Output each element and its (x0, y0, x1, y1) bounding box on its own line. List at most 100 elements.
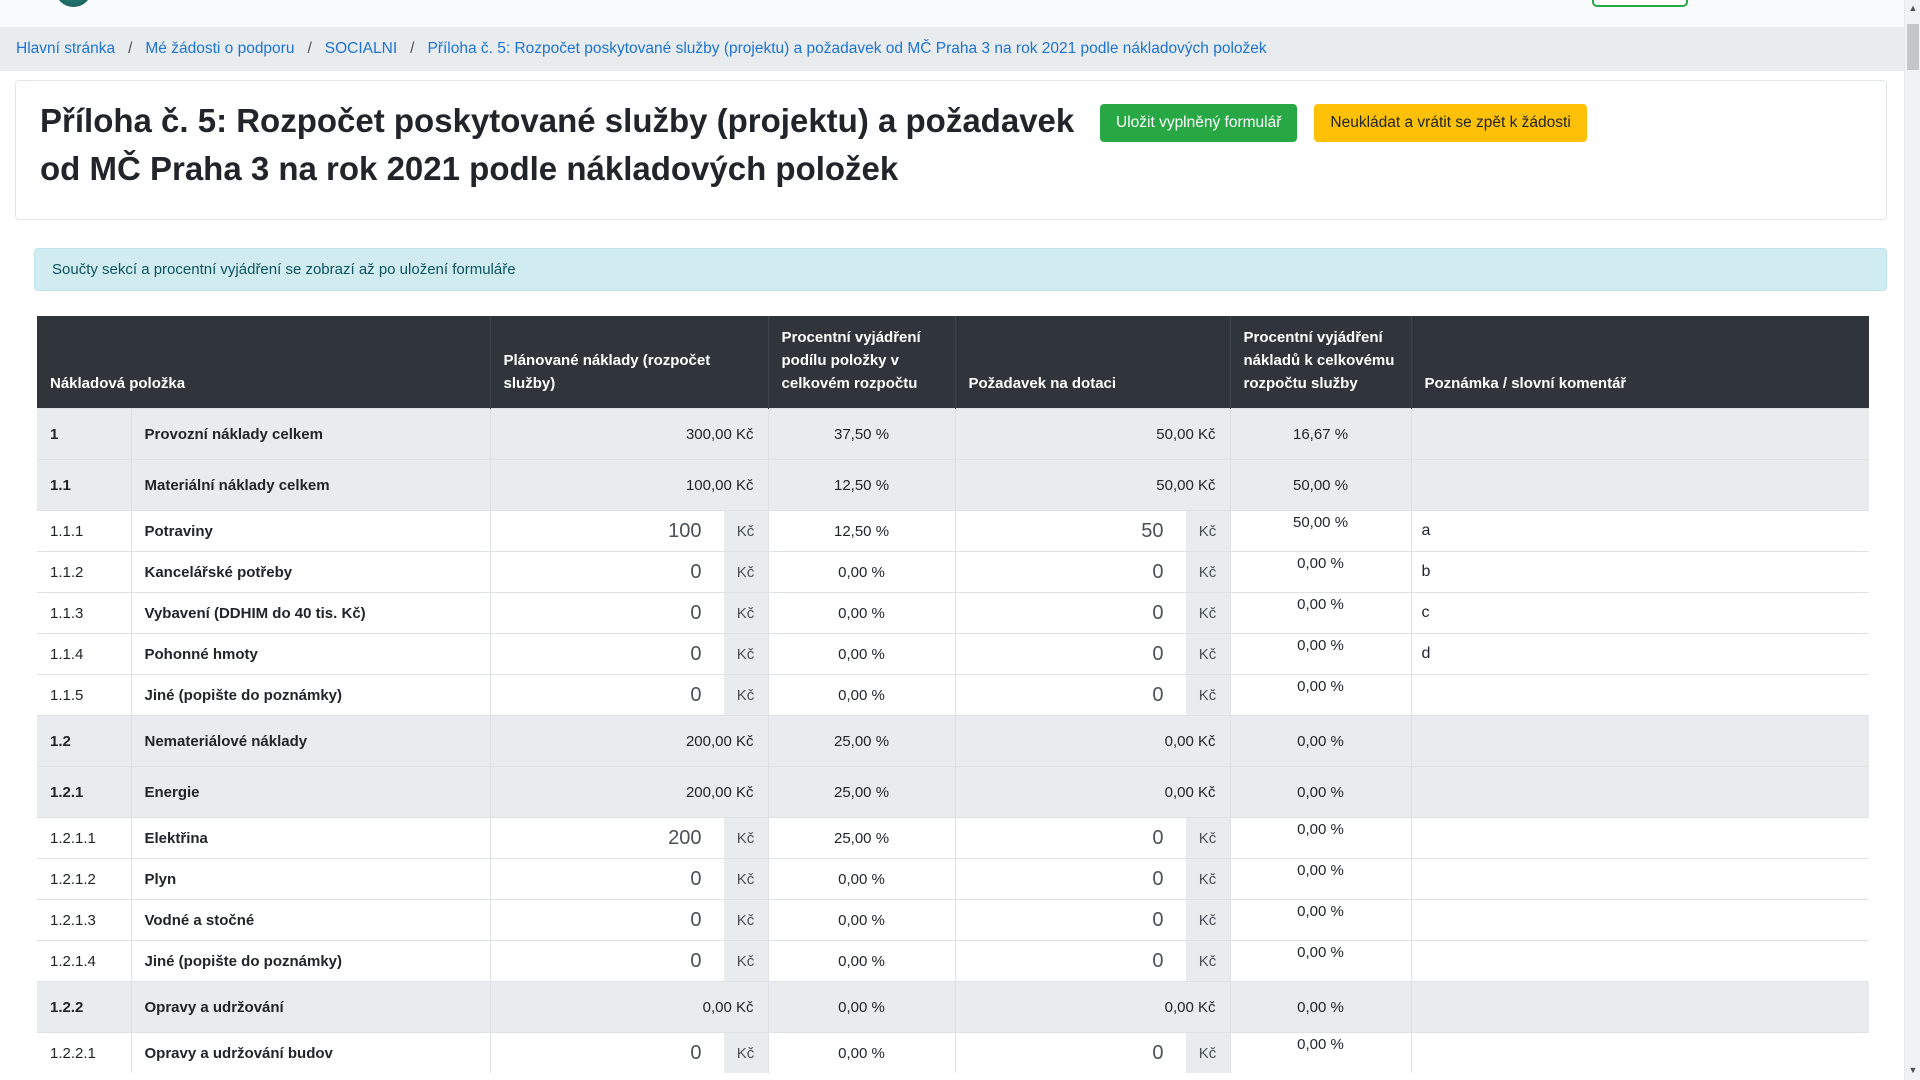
table-row: 1.2.2Opravy a udržování 0,00 Kč0,00 % 0,00… (37, 982, 1869, 1033)
request-input[interactable] (956, 552, 1186, 592)
app-logo-icon[interactable] (55, 0, 92, 7)
row-label: Opravy a udržování (131, 982, 490, 1033)
note-input[interactable] (1412, 860, 1870, 898)
planned-costs-input[interactable] (491, 900, 724, 940)
table-row: 1.2.1.2PlynKč0,00 %Kč0,00 % (37, 859, 1869, 900)
table-row: 1.1.3Vybavení (DDHIM do 40 tis. Kč)Kč0,0… (37, 593, 1869, 634)
request-input[interactable] (956, 818, 1186, 858)
vertical-scrollbar[interactable]: ▲ ▼ (1904, 0, 1920, 1080)
pct-share-value: 0,00 % (768, 675, 955, 716)
planned-costs-input[interactable] (491, 634, 724, 674)
table-row: 1Provozní náklady celkem300,00 Kč37,50 %… (37, 409, 1869, 460)
scrollbar-down-arrow[interactable]: ▼ (1905, 1062, 1920, 1078)
table-row: 1.2Nemateriálové náklady200,00 Kč25,00 %… (37, 716, 1869, 767)
request-input[interactable] (956, 593, 1186, 633)
currency-suffix: Kč (724, 1033, 768, 1073)
table-row: 1.1.2Kancelářské potřebyKč0,00 %Kč0,00 % (37, 552, 1869, 593)
pct-total-value: 50,00 % (1230, 460, 1411, 511)
currency-suffix: Kč (1186, 675, 1230, 715)
row-id: 1.2.1.2 (37, 859, 131, 900)
currency-suffix: Kč (724, 511, 768, 551)
note-input[interactable] (1412, 553, 1870, 591)
request-input[interactable] (956, 675, 1186, 715)
row-id: 1.2.2 (37, 982, 131, 1033)
row-label: Kancelářské potřeby (131, 552, 490, 593)
request-input[interactable] (956, 859, 1186, 899)
request-input[interactable] (956, 634, 1186, 674)
request-input[interactable] (956, 1033, 1186, 1073)
note-value (1411, 460, 1869, 511)
budget-table-body: 1Provozní náklady celkem300,00 Kč37,50 %… (37, 409, 1869, 1074)
planned-costs-input[interactable] (491, 818, 724, 858)
planned-costs-value: 300,00 Kč (490, 409, 768, 460)
pct-total-value: 0,00 % (1230, 593, 1411, 634)
note-input[interactable] (1412, 635, 1870, 673)
row-id: 1.2.1.1 (37, 818, 131, 859)
row-label: Provozní náklady celkem (131, 409, 490, 460)
note-input[interactable] (1412, 942, 1870, 980)
currency-suffix: Kč (1186, 900, 1230, 940)
planned-costs-input[interactable] (491, 1033, 724, 1073)
pct-total-value: 16,67 % (1230, 409, 1411, 460)
row-id: 1.1.1 (37, 511, 131, 552)
pct-share-value: 0,00 % (768, 900, 955, 941)
note-input[interactable] (1412, 901, 1870, 939)
pct-total-value: 0,00 % (1230, 982, 1411, 1033)
pct-total-value: 0,00 % (1230, 859, 1411, 900)
request-input[interactable] (956, 511, 1186, 551)
planned-costs-input[interactable] (491, 593, 724, 633)
row-id: 1.1 (37, 460, 131, 511)
planned-costs-input[interactable] (491, 859, 724, 899)
note-input[interactable] (1412, 512, 1870, 550)
table-row: 1.2.1Energie200,00 Kč25,00 %0,00 Kč0,00 … (37, 767, 1869, 818)
table-row: 1.1Materiální náklady celkem100,00 Kč12,… (37, 460, 1869, 511)
scrollbar-thumb[interactable] (1907, 24, 1919, 70)
breadcrumb-link-home[interactable]: Hlavní stránka (16, 40, 115, 58)
planned-costs-input[interactable] (491, 675, 724, 715)
info-alert: Součty sekcí a procentní vyjádření se zo… (34, 248, 1887, 291)
request-input[interactable] (956, 941, 1186, 981)
col-header-planned-costs: Plánované náklady (rozpočet služby) (490, 316, 768, 409)
pct-total-value: 0,00 % (1230, 900, 1411, 941)
row-label: Elektřina (131, 818, 490, 859)
cancel-return-button[interactable]: Neukládat a vrátit se zpět k žádosti (1314, 104, 1586, 142)
pct-share-value: 0,00 % (768, 941, 955, 982)
row-label: Vybavení (DDHIM do 40 tis. Kč) (131, 593, 490, 634)
pct-total-value: 0,00 % (1230, 767, 1411, 818)
breadcrumb-link-current-page[interactable]: Příloha č. 5: Rozpočet poskytované služb… (427, 40, 1266, 58)
currency-suffix: Kč (1186, 634, 1230, 674)
pct-share-value: 0,00 % (768, 859, 955, 900)
planned-costs-input[interactable] (491, 552, 724, 592)
save-form-button[interactable]: Uložit vyplněný formulář (1100, 104, 1297, 142)
currency-suffix: Kč (1186, 818, 1230, 858)
row-label: Vodné a stočné (131, 900, 490, 941)
pct-total-value: 0,00 % (1230, 941, 1411, 982)
breadcrumb-link-socialni[interactable]: SOCIALNI (325, 40, 397, 58)
request-input[interactable] (956, 900, 1186, 940)
pct-share-value: 12,50 % (768, 460, 955, 511)
planned-costs-input[interactable] (491, 511, 724, 551)
row-id: 1.1.4 (37, 634, 131, 675)
note-value (1411, 409, 1869, 460)
currency-suffix: Kč (724, 859, 768, 899)
planned-costs-value: 200,00 Kč (490, 767, 768, 818)
scrollbar-up-arrow[interactable]: ▲ (1905, 0, 1920, 16)
topbar (0, 0, 1920, 27)
table-row: 1.2.1.3Vodné a stočnéKč0,00 %Kč0,00 % (37, 900, 1869, 941)
pct-share-value: 0,00 % (768, 982, 955, 1033)
breadcrumb-separator: / (128, 40, 132, 58)
row-id: 1.2 (37, 716, 131, 767)
request-value: 0,00 Kč (955, 982, 1230, 1033)
pct-share-value: 0,00 % (768, 593, 955, 634)
row-id: 1.1.3 (37, 593, 131, 634)
note-input[interactable] (1412, 676, 1870, 714)
planned-costs-value: 200,00 Kč (490, 716, 768, 767)
topbar-button-partial[interactable] (1592, 0, 1688, 7)
currency-suffix: Kč (1186, 1033, 1230, 1073)
note-input[interactable] (1412, 594, 1870, 632)
currency-suffix: Kč (724, 900, 768, 940)
note-input[interactable] (1412, 1034, 1870, 1072)
note-input[interactable] (1412, 819, 1870, 857)
planned-costs-input[interactable] (491, 941, 724, 981)
breadcrumb-link-requests[interactable]: Mé žádosti o podporu (145, 40, 294, 58)
